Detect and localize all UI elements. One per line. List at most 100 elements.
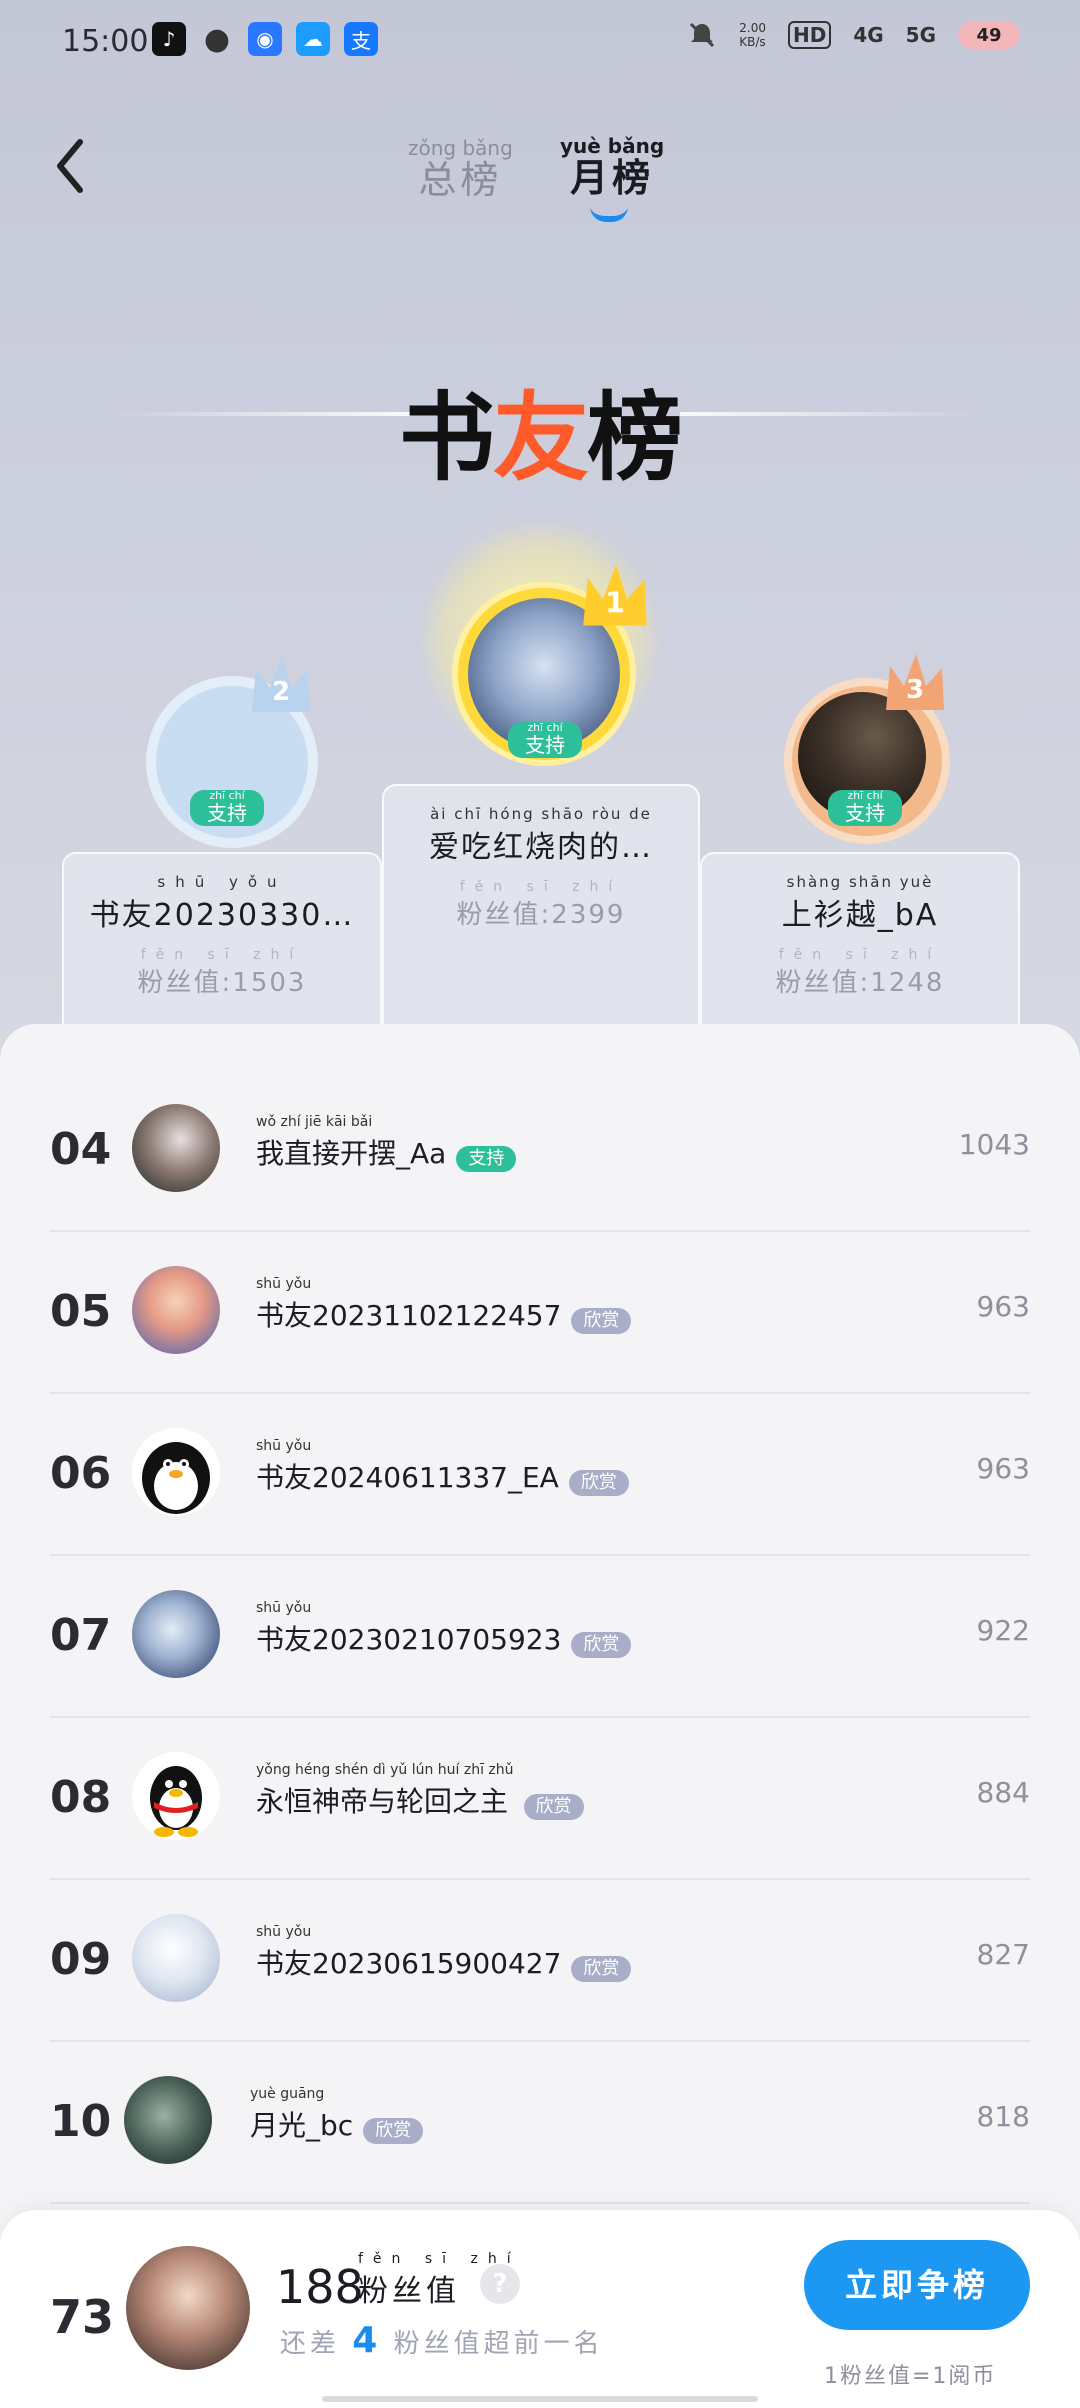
- list-item[interactable]: 04 wǒ zhí jiē kāi bǎi 我直接开摆_Aa 支持 1043: [50, 1068, 1030, 1232]
- hd-indicator: HD: [787, 21, 832, 49]
- list-name-text: 书友20230615900427: [256, 1947, 562, 1980]
- list-fans-value: 963: [976, 1452, 1030, 1485]
- support-badge: 支持: [456, 1146, 517, 1172]
- rank1-fans-value: :2399: [540, 900, 626, 930]
- rank3-badge-label: 支持: [845, 801, 885, 825]
- cloud-app-icon: ☁: [296, 22, 330, 56]
- my-ranking-bar: 73 188 fěn sī zhí 粉丝值 ? 还差 4 粉丝值超前一名 立即争…: [0, 2210, 1080, 2408]
- help-icon[interactable]: ?: [480, 2264, 520, 2304]
- list-item[interactable]: 05 shū yǒu 书友20231102122457 欣赏 963: [50, 1230, 1030, 1394]
- list-name-text: 永恒神帝与轮回之主: [256, 1785, 509, 1818]
- list-name: yǒng héng shén dì yǔ lún huí zhī zhǔ 永恒神帝…: [256, 1762, 584, 1820]
- list-fans-value: 963: [976, 1290, 1030, 1323]
- list-name-pinyin: yǒng héng shén dì yǔ lún huí zhī zhǔ: [256, 1762, 514, 1778]
- list-name-pinyin: yuè guāng: [250, 2086, 325, 2102]
- rank2-support-badge: zhī chí 支持: [190, 790, 264, 826]
- list-name-pinyin: wǒ zhí jiē kāi bǎi: [256, 1114, 373, 1130]
- list-item[interactable]: 09 shū yǒu 书友20230615900427 欣赏 827: [50, 1878, 1030, 2042]
- list-name-text: 书友20230210705923: [256, 1623, 562, 1656]
- rank2-fans: fěn sī zhí 粉丝值:1503: [64, 948, 380, 999]
- rank3-card[interactable]: shàng shān yuè 上衫越_bA fěn sī zhí 粉丝值:1248: [700, 852, 1020, 1028]
- mute-bell-icon: [690, 22, 715, 48]
- gap-prefix: 还差: [280, 2329, 341, 2359]
- rank1-fans-label: 粉丝值: [456, 900, 541, 930]
- list-item[interactable]: 06 shū yǒu 书友20240611337_EA 欣赏 963: [50, 1392, 1030, 1556]
- list-fans-value: 1043: [958, 1128, 1030, 1161]
- status-bar: 15:00 ♪ ● ◉ ☁ 支 2.00 KB/s HD 4G 5G 49: [0, 0, 1080, 80]
- list-avatar[interactable]: [132, 1428, 220, 1516]
- list-fans-value: 922: [976, 1614, 1030, 1647]
- list-item[interactable]: 10 yuè guāng 月光_bc 欣赏 818: [50, 2040, 1030, 2204]
- list-item[interactable]: 08 yǒng héng shén dì yǔ lún huí zhī zhǔ 永…: [50, 1716, 1030, 1880]
- list-name: yuè guāng 月光_bc 欣赏: [250, 2086, 424, 2144]
- admire-badge: 欣赏: [571, 1956, 632, 1982]
- rank3-name: shàng shān yuè 上衫越_bA: [702, 874, 1018, 934]
- list-name: shū yǒu 书友20230615900427 欣赏: [256, 1924, 632, 1982]
- gap-number: 4: [352, 2320, 382, 2361]
- list-name-text: 月光_bc: [250, 2109, 354, 2142]
- my-fans-value: 188: [276, 2260, 364, 2314]
- list-avatar[interactable]: [132, 1104, 220, 1192]
- home-indicator[interactable]: [322, 2396, 758, 2402]
- rank3-fans-pinyin: fěn sī zhí: [778, 947, 942, 963]
- rank3-name-pinyin: shàng shān yuè: [786, 873, 934, 891]
- my-rank: 73: [50, 2290, 115, 2344]
- tiktok-icon: ♪: [152, 22, 186, 56]
- admire-badge: 欣赏: [571, 1632, 632, 1658]
- list-rank: 07: [50, 1610, 112, 1661]
- rank1-fans-pinyin: fěn sī zhí: [459, 879, 623, 895]
- list-name-pinyin: shū yǒu: [256, 1276, 312, 1292]
- list-name: shū yǒu 书友20231102122457 欣赏: [256, 1276, 632, 1334]
- rank2-name-text: 书友20230330…: [89, 898, 355, 933]
- rank1-badge-label: 支持: [525, 733, 565, 757]
- list-rank: 10: [50, 2096, 112, 2147]
- net-speed: 2.00 KB/s: [739, 21, 766, 49]
- list-fans-value: 884: [976, 1776, 1030, 1809]
- rank3-support-badge: zhī chí 支持: [828, 790, 902, 826]
- rank2-fans-value: :1503: [221, 968, 307, 998]
- page-title-part2: 榜: [587, 382, 683, 494]
- battery-level: 49: [976, 24, 1002, 46]
- list-name: shū yǒu 书友20230210705923 欣赏: [256, 1600, 632, 1658]
- list-avatar[interactable]: [132, 1590, 220, 1678]
- list-rank: 06: [50, 1448, 112, 1499]
- battery-indicator: 49: [958, 21, 1020, 49]
- rank2-card[interactable]: shū yǒu 书友20230330… fěn sī zhí 粉丝值:1503: [62, 852, 382, 1028]
- alipay-icon: 支: [344, 22, 378, 56]
- back-arrow-icon[interactable]: [50, 136, 90, 196]
- list-avatar[interactable]: [132, 1914, 220, 2002]
- list-item[interactable]: 07 shū yǒu 书友20230210705923 欣赏 922: [50, 1554, 1030, 1718]
- list-avatar[interactable]: [124, 2076, 212, 2164]
- browser-icon: ◉: [248, 22, 282, 56]
- list-name-pinyin: shū yǒu: [256, 1438, 312, 1454]
- admire-badge: 欣赏: [523, 1794, 584, 1820]
- rank1-fans: fěn sī zhí 粉丝值:2399: [384, 880, 698, 931]
- list-avatar[interactable]: [132, 1752, 220, 1840]
- rank1-crown-icon: 1: [583, 564, 647, 626]
- rank2-name: shū yǒu 书友20230330…: [64, 874, 380, 934]
- rank2-number: 2: [272, 677, 290, 707]
- list-avatar[interactable]: [132, 1266, 220, 1354]
- rank1-name: ài chī hóng shāo ròu de 爱吃红烧肉的…: [384, 806, 698, 866]
- rank1-card[interactable]: ài chī hóng shāo ròu de 爱吃红烧肉的… fěn sī zh…: [382, 784, 700, 1028]
- my-avatar[interactable]: [126, 2246, 250, 2370]
- tab-total-ranking[interactable]: zǒng bǎng 总榜: [408, 138, 513, 202]
- chat-icon: ●: [203, 21, 231, 57]
- signal-4g: 4G: [853, 23, 884, 47]
- list-rank: 04: [50, 1124, 112, 1175]
- list-name-pinyin: shū yǒu: [256, 1924, 312, 1940]
- compete-now-button[interactable]: 立即争榜: [804, 2240, 1030, 2330]
- rank2-crown-icon: 2: [252, 656, 310, 712]
- list-name-text: 我直接开摆_Aa: [256, 1137, 447, 1170]
- list-name-text: 书友20240611337_EA: [256, 1461, 559, 1494]
- page-title-part1: 书: [399, 382, 495, 494]
- list-rank: 08: [50, 1772, 112, 1823]
- rank1-name-text: 爱吃红烧肉的…: [429, 830, 653, 865]
- tab-month-pinyin: yuè bǎng: [560, 134, 665, 158]
- tab-month-label: 月榜: [570, 156, 655, 200]
- admire-badge: 欣赏: [568, 1470, 629, 1496]
- tab-monthly-ranking[interactable]: yuè bǎng 月榜: [560, 136, 664, 200]
- list-name: shū yǒu 书友20240611337_EA 欣赏: [256, 1438, 629, 1496]
- admire-badge: 欣赏: [571, 1308, 632, 1334]
- rank1-number: 1: [605, 586, 625, 619]
